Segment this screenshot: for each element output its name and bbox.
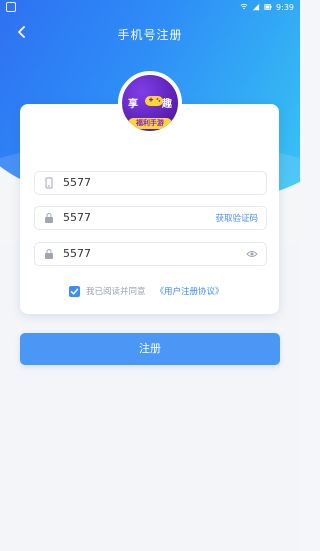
- signal-icon: [252, 3, 260, 11]
- register-button[interactable]: 注册: [20, 333, 280, 365]
- lock-icon: [45, 213, 53, 223]
- phone-icon: [45, 177, 53, 189]
- top-nav: 手机号注册: [0, 18, 300, 52]
- password-field[interactable]: 5577: [34, 242, 267, 266]
- gamepad-icon: [145, 96, 163, 106]
- wifi-icon: [240, 3, 248, 9]
- check-icon: [70, 288, 79, 295]
- get-code-button[interactable]: 获取验证码: [215, 212, 258, 224]
- phone-value: 5577: [63, 176, 91, 189]
- password-value: 5577: [63, 247, 91, 260]
- verification-code-value: 5577: [63, 211, 91, 224]
- agreement-checkbox[interactable]: [69, 285, 80, 297]
- agreement-text: 我已阅读并同意: [86, 287, 146, 297]
- status-time: 9:39: [276, 2, 294, 12]
- screen: 9:39 手机号注册 享 趣 福利手游 5577 5577 获取验证码 5577…: [0, 0, 300, 551]
- status-bar: 9:39: [0, 0, 300, 14]
- verification-code-field[interactable]: 5577 获取验证码: [34, 206, 267, 230]
- phone-field[interactable]: 5577: [34, 171, 267, 195]
- logo-banner: 福利手游: [128, 118, 172, 129]
- notification-icon: [6, 2, 16, 12]
- app-logo-avatar: 享 趣 福利手游: [118, 71, 182, 135]
- logo-right-char: 趣: [162, 99, 172, 110]
- battery-icon: [264, 4, 272, 10]
- user-agreement-link[interactable]: 《用户注册协议》: [156, 285, 224, 297]
- page-title: 手机号注册: [117, 28, 183, 42]
- logo-left-char: 享: [128, 99, 138, 110]
- agreement-row: 我已阅读并同意 《用户注册协议》: [69, 284, 224, 298]
- lock-icon: [45, 249, 53, 259]
- eye-icon[interactable]: [246, 249, 258, 259]
- status-right: 9:39: [240, 3, 294, 12]
